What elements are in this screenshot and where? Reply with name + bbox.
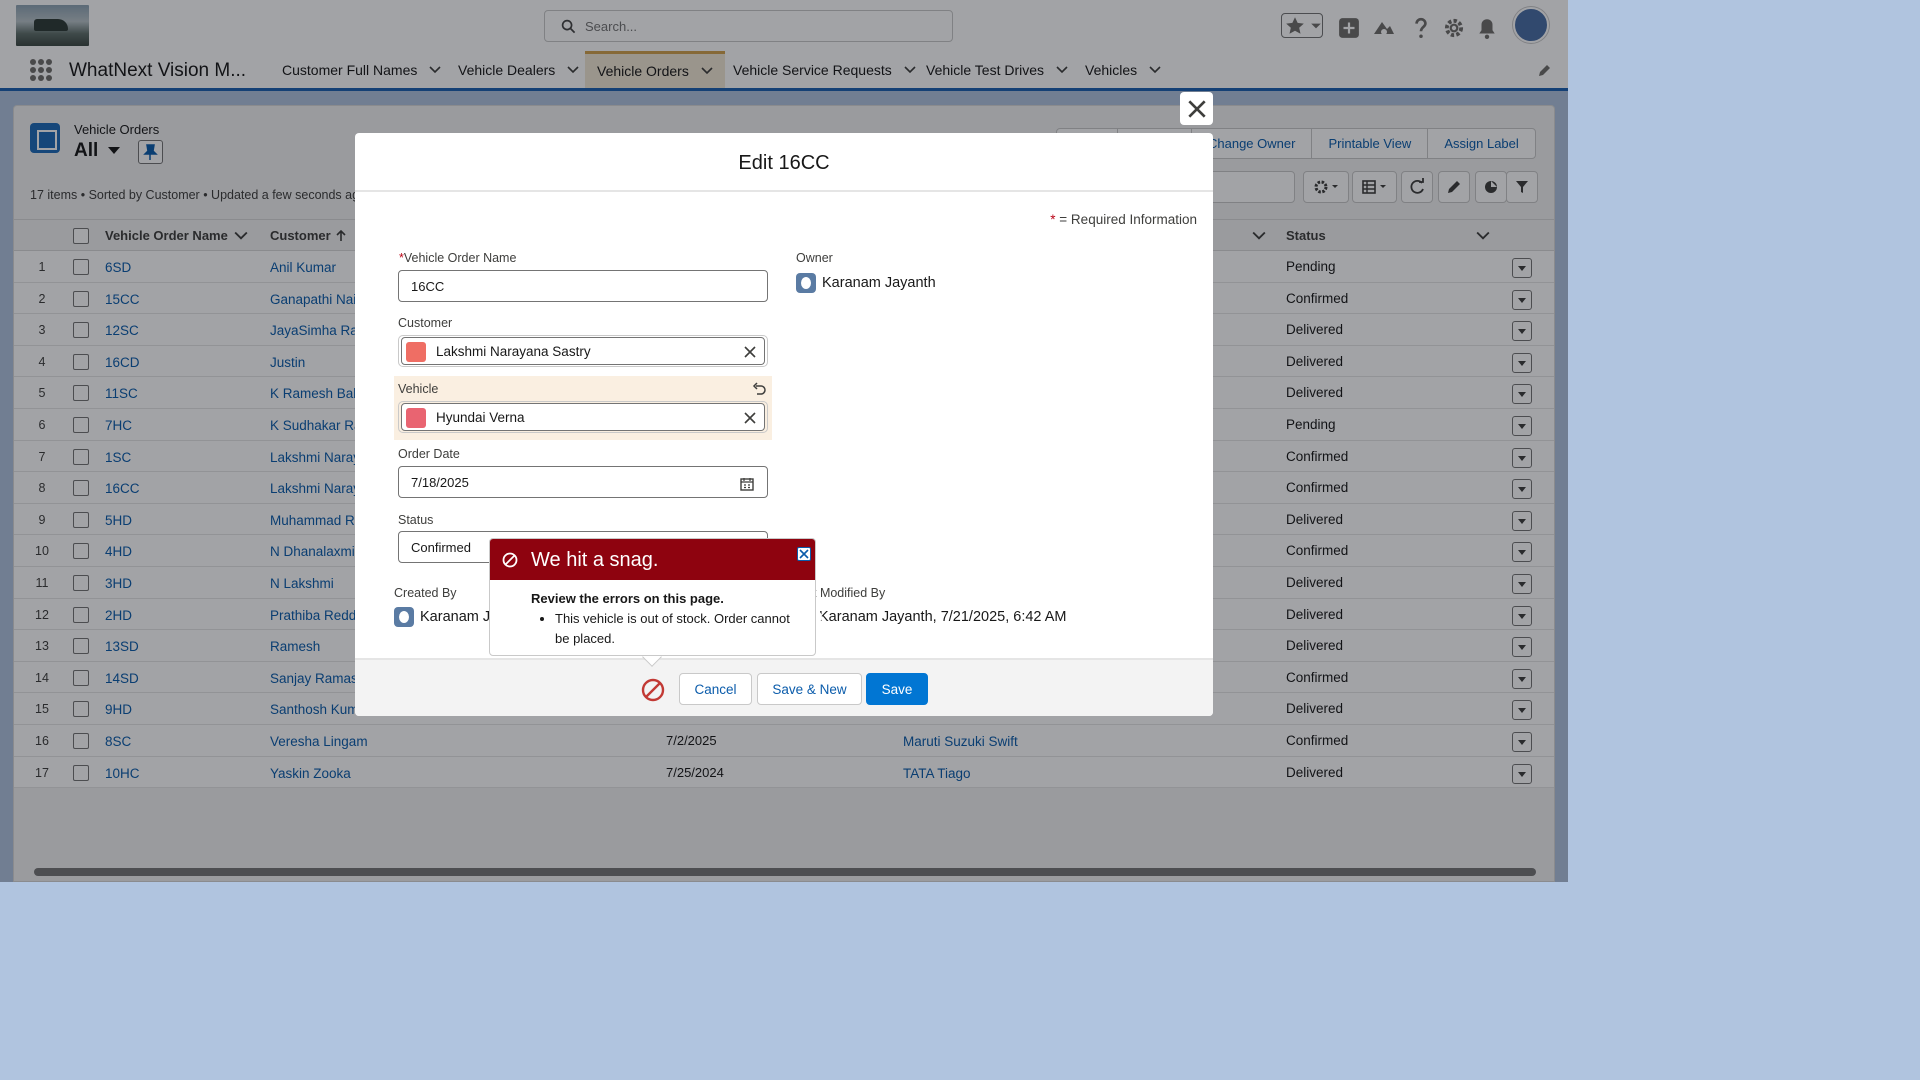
clear-vehicle-icon[interactable] [744, 412, 756, 424]
error-ban-icon [502, 552, 518, 568]
owner-field: Karanam Jayanth [796, 273, 936, 293]
modal-header: Edit 16CC [355, 133, 1213, 192]
clear-customer-icon[interactable] [744, 346, 756, 358]
order-date-input[interactable]: 7/18/2025 [398, 466, 768, 498]
error-heading: Review the errors on this page. [531, 591, 724, 606]
vehicle-label: Vehicle [398, 382, 439, 396]
close-modal-button[interactable] [1180, 92, 1213, 125]
error-ban-icon[interactable] [641, 678, 665, 702]
error-popover-title: We hit a snag. [531, 549, 659, 571]
required-info-legend: * = Required Information [1050, 212, 1197, 227]
owner-label: Owner [796, 251, 833, 265]
order-date-label: Order Date [398, 447, 460, 461]
user-icon [796, 273, 816, 293]
created-by-label: Created By [394, 586, 457, 600]
undo-icon[interactable] [752, 382, 766, 396]
error-popover: We hit a snag. Review the errors on this… [489, 538, 816, 656]
last-modified-time: , 7/21/2025, 6:42 AM [932, 609, 1067, 625]
customer-label: Customer [398, 316, 453, 330]
close-icon [1187, 99, 1206, 118]
error-popover-body: Review the errors on this page. This veh… [531, 591, 801, 649]
vehicle-order-name-input[interactable]: 16CC [398, 270, 768, 302]
contact-icon [406, 342, 426, 362]
status-label: Status [398, 513, 434, 527]
created-by-value[interactable]: Karanam Ja [420, 609, 498, 625]
vehicle-lookup[interactable]: Hyundai Verna [401, 403, 765, 431]
last-modified-by-field: Karanam Jayanth , 7/21/2025, 6:42 AM [807, 607, 1067, 627]
close-error-popover-button[interactable] [797, 547, 811, 561]
cancel-button[interactable]: Cancel [679, 673, 752, 705]
modal-footer: Cancel Save & New Save [355, 658, 1213, 716]
error-list: This vehicle is out of stock. Order cann… [555, 609, 801, 649]
vehicle-order-name-label: *Vehicle Order Name [399, 251, 517, 265]
modal-title: Edit 16CC [738, 152, 830, 174]
created-by-field: Karanam Ja [394, 607, 498, 627]
save-button[interactable]: Save [866, 673, 928, 705]
owner-value[interactable]: Karanam Jayanth [822, 275, 936, 291]
customer-lookup[interactable]: Lakshmi Narayana Sastry [401, 337, 765, 365]
vehicle-value: Hyundai Verna [436, 410, 525, 425]
calendar-icon[interactable] [740, 477, 754, 491]
car-icon [406, 408, 426, 428]
user-icon [394, 607, 414, 627]
error-message[interactable]: This vehicle is out of stock. Order cann… [555, 609, 801, 649]
last-modified-by-label: t Modified By [813, 586, 886, 600]
close-icon [799, 549, 809, 559]
last-modified-by-value[interactable]: Karanam Jayanth [819, 609, 933, 625]
error-popover-header: We hit a snag. [490, 539, 815, 580]
customer-value: Lakshmi Narayana Sastry [436, 344, 591, 359]
save-and-new-button[interactable]: Save & New [757, 673, 862, 705]
